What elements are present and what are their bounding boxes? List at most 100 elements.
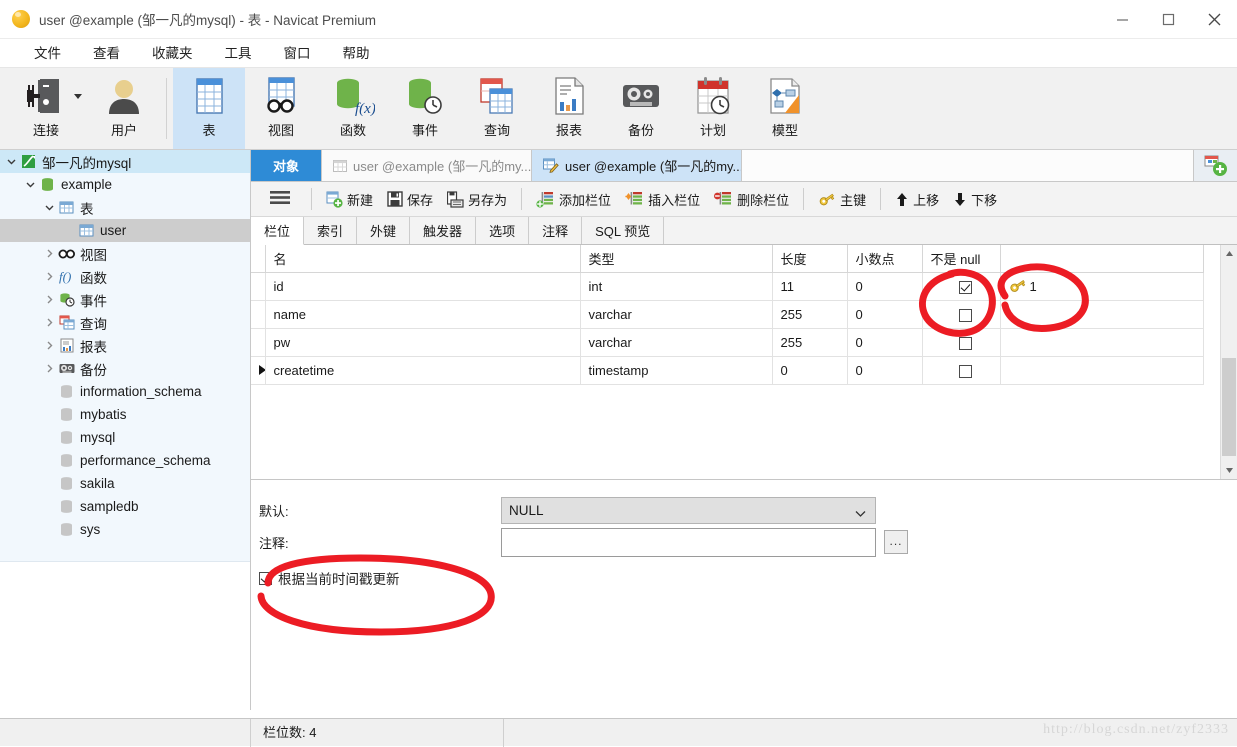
scrollbar-thumb[interactable] xyxy=(1222,358,1236,456)
comment-input[interactable] xyxy=(501,527,876,557)
new-button[interactable]: 新建 xyxy=(319,182,380,217)
chevron-down-icon[interactable] xyxy=(74,94,82,99)
new-tab-icon[interactable] xyxy=(1194,150,1237,181)
save-button[interactable]: 保存 xyxy=(380,182,440,217)
sidebar-item-connection[interactable]: 邹一凡的mysql xyxy=(0,150,250,173)
tab-triggers[interactable]: 触发器 xyxy=(410,217,477,244)
cell-type[interactable]: varchar xyxy=(580,328,773,357)
sidebar-item-backups[interactable]: 备份 xyxy=(0,357,250,380)
tab-foreign-keys[interactable]: 外键 xyxy=(357,217,411,244)
ribbon-button-event[interactable]: 事件 xyxy=(389,68,461,149)
tab-comment[interactable]: 注释 xyxy=(529,217,583,244)
ribbon-button-model[interactable]: 模型 xyxy=(749,68,821,149)
sidebar-item-events[interactable]: 事件 xyxy=(0,288,250,311)
sidebar-item-user[interactable]: user xyxy=(0,219,250,242)
menu-item-file[interactable]: 文件 xyxy=(18,39,77,68)
cell-primary-key[interactable] xyxy=(1000,356,1204,385)
move-down-button[interactable]: 下移 xyxy=(946,182,1004,217)
menu-item-tools[interactable]: 工具 xyxy=(209,39,268,68)
sidebar-item-mysql[interactable]: mysql xyxy=(0,426,250,449)
update-on-timestamp-checkbox[interactable] xyxy=(259,571,272,585)
ribbon-button-connection[interactable]: 连接 xyxy=(4,68,88,149)
sidebar-item-functions[interactable]: f() 函数 xyxy=(0,265,250,288)
tab-indexes[interactable]: 索引 xyxy=(304,217,358,244)
sidebar-item-example[interactable]: example xyxy=(0,173,250,196)
chevron-down-icon[interactable] xyxy=(42,203,57,212)
cell-decimals[interactable]: 0 xyxy=(847,272,923,301)
scroll-down-icon[interactable] xyxy=(1221,462,1237,479)
ribbon-button-report[interactable]: 报表 xyxy=(533,68,605,149)
ribbon-button-view[interactable]: 视图 xyxy=(245,68,317,149)
chevron-right-icon[interactable] xyxy=(42,341,57,350)
sidebar-item-mybatis[interactable]: mybatis xyxy=(0,403,250,426)
tab-user-design[interactable]: user @example (邹一凡的my... xyxy=(532,150,743,181)
ribbon-button-function[interactable]: f(x) 函数 xyxy=(317,68,389,149)
cell-type[interactable]: int xyxy=(580,272,773,301)
menu-item-view[interactable]: 查看 xyxy=(77,39,136,68)
cell-notnull[interactable] xyxy=(922,328,1001,357)
fields-grid[interactable]: 名 类型 长度 小数点 不是 null id int 11 0 1 name v… xyxy=(251,245,1220,479)
cell-notnull[interactable] xyxy=(922,300,1001,329)
chevron-right-icon[interactable] xyxy=(42,272,57,281)
sidebar-item-queries[interactable]: 查询 xyxy=(0,311,250,334)
cell-primary-key[interactable] xyxy=(1000,328,1204,357)
maximize-icon[interactable] xyxy=(1145,0,1191,39)
comment-browse-button[interactable]: ... xyxy=(884,530,908,554)
cell-name[interactable]: name xyxy=(265,300,581,329)
ribbon-button-schedule[interactable]: 计划 xyxy=(677,68,749,149)
notnull-checkbox[interactable] xyxy=(958,308,972,322)
chevron-down-icon[interactable] xyxy=(4,157,19,166)
save-as-button[interactable]: 另存为 xyxy=(440,182,514,217)
notnull-checkbox[interactable] xyxy=(958,364,972,378)
table-row[interactable]: pw varchar 255 0 xyxy=(251,328,1204,357)
menu-item-window[interactable]: 窗口 xyxy=(268,39,327,68)
hamburger-icon[interactable] xyxy=(251,190,304,208)
cell-type[interactable]: timestamp xyxy=(580,356,773,385)
cell-name[interactable]: id xyxy=(265,272,581,301)
insert-field-button[interactable]: 插入栏位 xyxy=(618,182,707,217)
close-icon[interactable] xyxy=(1191,0,1237,39)
cell-name[interactable]: pw xyxy=(265,328,581,357)
chevron-right-icon[interactable] xyxy=(42,249,57,258)
cell-type[interactable]: varchar xyxy=(580,300,773,329)
default-select[interactable]: NULL xyxy=(501,496,876,524)
table-row[interactable]: name varchar 255 0 xyxy=(251,300,1204,329)
grid-vertical-scrollbar[interactable] xyxy=(1220,245,1237,479)
sidebar-item-information_schema[interactable]: information_schema xyxy=(0,380,250,403)
cell-decimals[interactable]: 0 xyxy=(847,356,923,385)
cell-primary-key[interactable] xyxy=(1000,300,1204,329)
sidebar-item-reports[interactable]: 报表 xyxy=(0,334,250,357)
sidebar-item-performance_schema[interactable]: performance_schema xyxy=(0,449,250,472)
cell-length[interactable]: 255 xyxy=(772,300,848,329)
notnull-checkbox[interactable] xyxy=(958,280,972,294)
cell-length[interactable]: 11 xyxy=(772,272,848,301)
notnull-checkbox[interactable] xyxy=(958,336,972,350)
tab-objects[interactable]: 对象 xyxy=(251,150,323,181)
sidebar-item-sys[interactable]: sys xyxy=(0,518,250,541)
sidebar-item-tables[interactable]: 表 xyxy=(0,196,250,219)
ribbon-button-table[interactable]: 表 xyxy=(173,68,245,149)
cell-notnull[interactable] xyxy=(922,272,1001,301)
tab-sql-preview[interactable]: SQL 预览 xyxy=(582,217,665,244)
column-header-type[interactable]: 类型 xyxy=(580,245,773,273)
column-header-name[interactable]: 名 xyxy=(265,245,581,273)
tab-fields[interactable]: 栏位 xyxy=(251,217,305,245)
column-header-length[interactable]: 长度 xyxy=(772,245,848,273)
update-on-timestamp-row[interactable]: 根据当前时间戳更新 xyxy=(251,568,1237,588)
column-header-key[interactable] xyxy=(1000,245,1204,273)
chevron-right-icon[interactable] xyxy=(42,295,57,304)
tab-options[interactable]: 选项 xyxy=(476,217,530,244)
add-field-button[interactable]: 添加栏位 xyxy=(529,182,618,217)
table-row[interactable]: id int 11 0 1 xyxy=(251,272,1204,301)
object-tree-sidebar[interactable]: 邹一凡的mysql example 表 user 视图 f() 函数 事件 查询… xyxy=(0,150,251,710)
chevron-down-icon[interactable] xyxy=(23,180,38,189)
cell-length[interactable]: 255 xyxy=(772,328,848,357)
table-row[interactable]: createtime timestamp 0 0 xyxy=(251,356,1204,385)
move-up-button[interactable]: 上移 xyxy=(888,182,946,217)
cell-notnull[interactable] xyxy=(922,356,1001,385)
cell-decimals[interactable]: 0 xyxy=(847,328,923,357)
cell-decimals[interactable]: 0 xyxy=(847,300,923,329)
minimize-icon[interactable] xyxy=(1099,0,1145,39)
delete-field-button[interactable]: 删除栏位 xyxy=(707,182,796,217)
cell-length[interactable]: 0 xyxy=(772,356,848,385)
